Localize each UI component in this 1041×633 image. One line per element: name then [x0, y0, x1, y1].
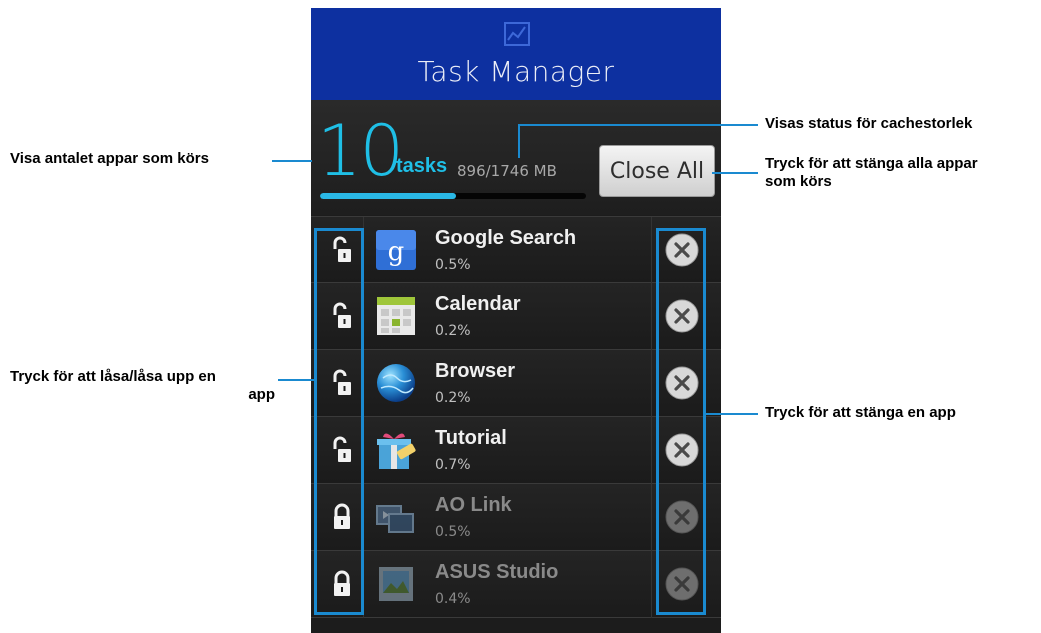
task-percent: 0.2% [435, 390, 471, 406]
annotation-cache: Visas status för cachestorlek [765, 115, 973, 132]
ao-link-icon [375, 496, 417, 538]
tutorial-gift-icon [375, 429, 417, 471]
annotation-close-all-2: som körs [765, 173, 832, 190]
task-percent: 0.4% [435, 591, 471, 607]
annotation-close-one: Tryck för att stänga en app [765, 404, 956, 421]
cache-progress-bar [320, 193, 586, 199]
annotation-line-cache-v [518, 124, 520, 158]
task-percent: 0.7% [435, 457, 471, 473]
task-name: ASUS Studio [435, 561, 559, 583]
annotation-lock-2: app [248, 386, 275, 403]
annotation-line-close-one [704, 413, 758, 415]
google-search-icon: g [375, 229, 417, 271]
annotation-line-count [272, 160, 312, 162]
annotation-line-close-all [712, 172, 758, 174]
task-percent: 0.5% [435, 257, 471, 273]
lock-column-highlight [314, 228, 364, 615]
title-bar: Task Manager [311, 8, 721, 100]
task-name: Google Search [435, 227, 577, 249]
annotation-count: Visa antalet appar som körs [10, 150, 209, 167]
cache-progress-fill [320, 193, 457, 199]
cache-status: 896/1746 MB [457, 162, 557, 180]
asus-studio-icon [375, 563, 417, 605]
close-all-button[interactable]: Close All [599, 145, 715, 197]
task-name: Calendar [435, 293, 521, 315]
chart-icon [504, 22, 530, 46]
task-name: Browser [435, 360, 516, 382]
close-column-highlight [656, 228, 706, 615]
task-count-unit: tasks [396, 155, 448, 177]
browser-globe-icon [375, 362, 417, 404]
task-count: 10 [317, 110, 404, 192]
annotation-lock-1: Tryck för att låsa/låsa upp en [10, 368, 216, 385]
page-title: Task Manager [417, 55, 615, 88]
svg-text:g: g [388, 237, 405, 267]
annotation-line-lock [278, 379, 314, 381]
task-name: Tutorial [435, 427, 507, 449]
task-name: AO Link [435, 494, 512, 516]
annotation-line-cache-h [518, 124, 758, 126]
annotation-close-all-1: Tryck för att stänga alla appar [765, 155, 978, 172]
task-percent: 0.2% [435, 323, 471, 339]
calendar-icon [375, 295, 417, 337]
task-percent: 0.5% [435, 524, 471, 540]
